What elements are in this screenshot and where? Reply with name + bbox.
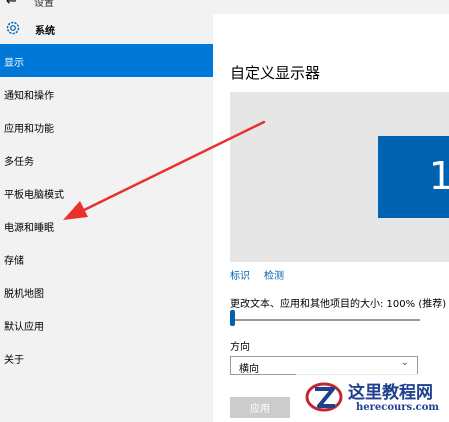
identify-link[interactable]: 标识 (230, 267, 250, 282)
sidebar-item-default-apps[interactable]: 默认应用 (0, 308, 213, 341)
watermark-english: herecours.com (356, 402, 440, 413)
page-title: 自定义显示器 (230, 64, 321, 82)
orientation-select[interactable]: 横向 ⌄ (230, 356, 418, 375)
scale-slider-thumb[interactable] (230, 310, 235, 326)
sidebar-item-label: 脱机地图 (4, 289, 44, 300)
title-mark: ʼ (266, 0, 269, 5)
sidebar-item-label: 通知和操作 (4, 91, 54, 102)
window-title: 设置 (34, 0, 54, 9)
title-bar: ← 设置 ʼ (0, 0, 449, 14)
sidebar-item-display[interactable]: 显示 (0, 44, 213, 77)
sidebar-item-apps[interactable]: 应用和功能 (0, 110, 213, 143)
sidebar-item-label: 存储 (4, 256, 24, 267)
sidebar-item-notifications[interactable]: 通知和操作 (0, 77, 213, 110)
apply-button[interactable]: 应用 (230, 397, 290, 418)
chevron-down-icon: ⌄ (400, 357, 409, 368)
sidebar-item-about[interactable]: 关于 (0, 341, 213, 374)
sidebar-item-storage[interactable]: 存储 (0, 242, 213, 275)
orientation-value: 横向 (239, 364, 259, 375)
orientation-label: 方向 (230, 342, 250, 353)
back-arrow-icon[interactable]: ← (6, 0, 17, 9)
sidebar-item-label: 应用和功能 (4, 124, 54, 135)
sidebar-header-label: 系统 (35, 26, 55, 37)
sidebar-item-tablet-mode[interactable]: 平板电脑模式 (0, 176, 213, 209)
sidebar-item-label: 平板电脑模式 (4, 190, 64, 201)
sidebar: 系统 显示 通知和操作 应用和功能 多任务 平板电脑模式 电源和睡眠 存储 脱机… (0, 14, 213, 422)
watermark-chinese: 这里教程网 (348, 383, 433, 403)
detect-link[interactable]: 检测 (264, 267, 284, 282)
sidebar-item-label: 关于 (4, 355, 24, 366)
sidebar-item-power-sleep[interactable]: 电源和睡眠 (0, 209, 213, 242)
sidebar-item-offline-maps[interactable]: 脱机地图 (0, 275, 213, 308)
sidebar-item-label: 默认应用 (4, 322, 44, 333)
sidebar-header: 系统 (0, 20, 213, 38)
sidebar-item-multitasking[interactable]: 多任务 (0, 143, 213, 176)
scale-label: 更改文本、应用和其他项目的大小: 100% (推荐) (230, 299, 447, 310)
scale-slider-track[interactable] (230, 319, 420, 321)
display-preview: 1 (230, 92, 449, 262)
sidebar-item-label: 显示 (4, 58, 24, 69)
monitor-tile[interactable]: 1 (378, 136, 449, 218)
gear-icon (6, 21, 20, 35)
monitor-number: 1 (428, 154, 449, 198)
main-content: 自定义显示器 1 标识 检测 更改文本、应用和其他项目的大小: 100% (推荐… (213, 14, 449, 422)
watermark-logo-icon (305, 382, 343, 412)
sidebar-item-label: 电源和睡眠 (4, 223, 54, 234)
sidebar-item-label: 多任务 (4, 157, 34, 168)
watermark: 这里教程网 herecours.com (296, 374, 449, 422)
